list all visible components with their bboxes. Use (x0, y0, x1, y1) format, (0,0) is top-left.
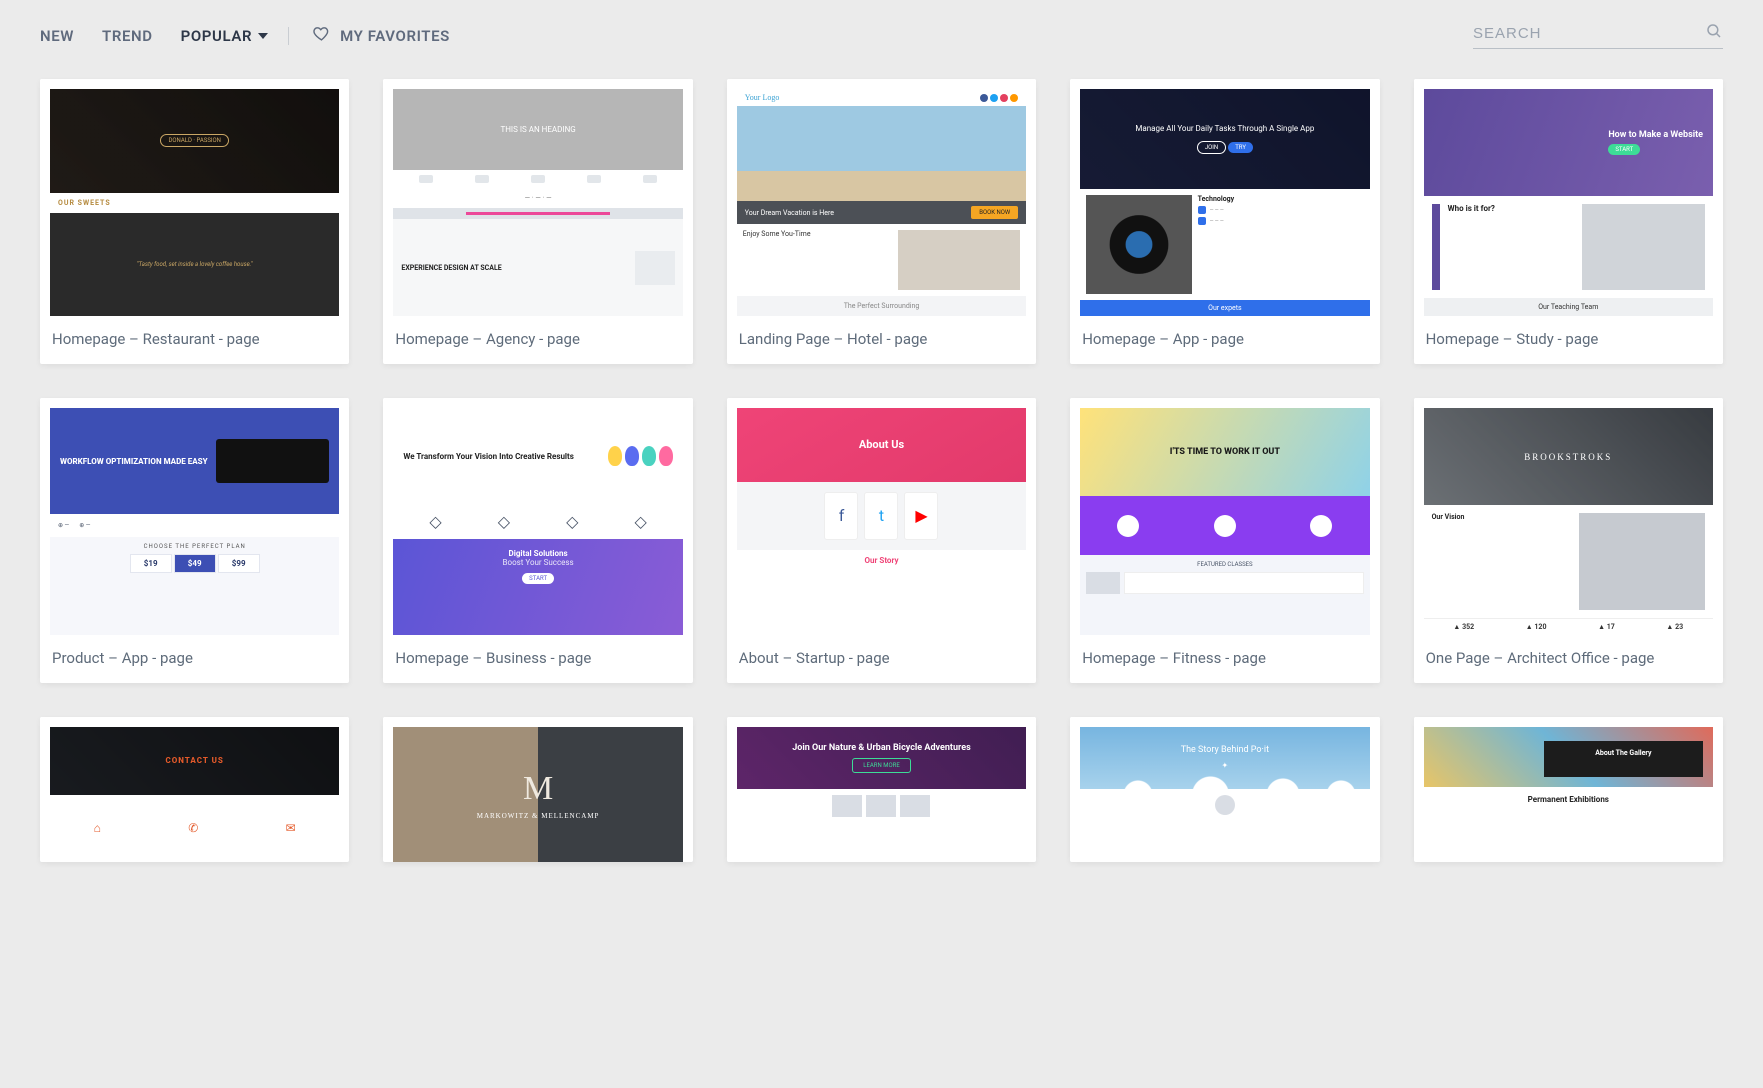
thumb-text: Enjoy Some You-Time (743, 230, 892, 238)
template-thumb: How to Make a WebsiteSTART Who is it for… (1414, 79, 1723, 316)
filter-tabs: NEW TREND POPULAR (40, 27, 289, 45)
search-input[interactable] (1473, 25, 1705, 42)
thumb-text: OUR SWEETS (50, 193, 339, 213)
thumb-text: We Transform Your Vision Into Creative R… (403, 452, 599, 461)
template-thumb: About Us f t ▶ Our Story (727, 398, 1036, 635)
template-thumb: Your Logo Your Dream Vacation is Here BOO… (727, 79, 1036, 316)
thumb-text: $19 (130, 554, 172, 573)
thumb-text: The Perfect Surrounding (737, 296, 1026, 316)
thumb-text: EXPERIENCE DESIGN AT SCALE (401, 264, 626, 272)
favorites-label: MY FAVORITES (340, 27, 450, 45)
template-thumb: Join Our Nature & Urban Bicycle Adventur… (727, 717, 1036, 862)
thumb-text: About The Gallery (1552, 749, 1695, 757)
top-toolbar: NEW TREND POPULAR MY FAVORITES (0, 0, 1763, 79)
template-card[interactable]: Manage All Your Daily Tasks Through A Si… (1070, 79, 1379, 364)
template-thumb: THIS IS AN HEADING — · — · — EXPERIENCE … (383, 79, 692, 316)
template-card[interactable]: CONTACT US ⌂✆✉ (40, 717, 349, 862)
template-card[interactable]: BROOKSTROKS Our Vision ▲ 352 ▲ 120 ▲ 17 … (1414, 398, 1723, 683)
thumb-text: "Tasty food, set inside a lovely coffee … (50, 213, 339, 317)
template-card[interactable]: Join Our Nature & Urban Bicycle Adventur… (727, 717, 1036, 862)
heart-icon (313, 25, 330, 46)
thumb-text: CHOOSE THE PERFECT PLAN (56, 543, 333, 550)
thumb-text: LEARN MORE (852, 758, 911, 773)
template-card[interactable]: Your Logo Your Dream Vacation is Here BOO… (727, 79, 1036, 364)
thumb-text: Boost Your Success (403, 558, 672, 567)
thumb-text: Permanent Exhibitions (1424, 787, 1713, 863)
thumb-text: $99 (218, 554, 260, 573)
thumb-text: 23 (1675, 623, 1683, 631)
template-card[interactable]: About The Gallery Permanent Exhibitions (1414, 717, 1723, 862)
thumb-text: Your Logo (745, 93, 780, 102)
thumb-text: Our Story (743, 556, 1020, 565)
template-thumb: BROOKSTROKS Our Vision ▲ 352 ▲ 120 ▲ 17 … (1414, 398, 1723, 635)
search-icon (1705, 22, 1723, 44)
template-thumb: WORKFLOW OPTIMIZATION MADE EASY ⊕ —⊕ — C… (40, 398, 349, 635)
thumb-text: Your Dream Vacation is Here (745, 209, 834, 217)
caret-down-icon (258, 33, 268, 39)
thumb-text: THIS IS AN HEADING (500, 125, 575, 134)
thumb-text: The Story Behind Po·it (1181, 745, 1269, 755)
thumb-text: MARKOWITZ & MELLENCAMP (477, 812, 600, 820)
template-card[interactable]: WORKFLOW OPTIMIZATION MADE EASY ⊕ —⊕ — C… (40, 398, 349, 683)
template-card[interactable]: The Story Behind Po·it✦ (1070, 717, 1379, 862)
template-title: Product – App - page (40, 635, 349, 683)
thumb-text: Our Vision (1432, 513, 1572, 521)
thumb-text: Our expets (1080, 300, 1369, 316)
thumb-text: Manage All Your Daily Tasks Through A Si… (1135, 124, 1314, 133)
thumb-text: $49 (174, 554, 216, 573)
thumb-text: Our Teaching Team (1424, 298, 1713, 316)
template-title: Homepage – Business - page (383, 635, 692, 683)
filter-trend[interactable]: TREND (102, 27, 153, 45)
template-title: Homepage – Study - page (1414, 316, 1723, 364)
thumb-text: How to Make a Website (1608, 130, 1703, 140)
thumb-text: FEATURED CLASSES (1086, 561, 1363, 568)
template-card[interactable]: About Us f t ▶ Our Story About – Startup… (727, 398, 1036, 683)
template-thumb: I'TS TIME TO WORK IT OUT FEATURED CLASSE… (1070, 398, 1379, 635)
template-card[interactable]: MMARKOWITZ & MELLENCAMP (383, 717, 692, 862)
thumb-text: I'TS TIME TO WORK IT OUT (1170, 447, 1280, 457)
thumb-text: Digital Solutions (403, 549, 672, 558)
template-grid: DONALD · PASSION OUR SWEETS "Tasty food,… (0, 79, 1763, 902)
template-card[interactable]: DONALD · PASSION OUR SWEETS "Tasty food,… (40, 79, 349, 364)
filter-new[interactable]: NEW (40, 27, 74, 45)
thumb-text: 120 (1534, 623, 1546, 631)
template-title: Homepage – App - page (1070, 316, 1379, 364)
template-card[interactable]: I'TS TIME TO WORK IT OUT FEATURED CLASSE… (1070, 398, 1379, 683)
thumb-text: About Us (859, 438, 904, 451)
filter-popular[interactable]: POPULAR (181, 27, 289, 45)
thumb-text: Join Our Nature & Urban Bicycle Adventur… (792, 743, 970, 753)
template-title: About – Startup - page (727, 635, 1036, 683)
thumb-text: Who is it for? (1448, 204, 1574, 213)
thumb-text: 352 (1462, 623, 1474, 631)
template-thumb: We Transform Your Vision Into Creative R… (383, 398, 692, 635)
template-thumb: CONTACT US ⌂✆✉ (40, 717, 349, 862)
thumb-text: Technology (1198, 195, 1364, 203)
thumb-text: 17 (1607, 623, 1615, 631)
template-title: Homepage – Restaurant - page (40, 316, 349, 364)
my-favorites-link[interactable]: MY FAVORITES (313, 25, 450, 46)
template-thumb: The Story Behind Po·it✦ (1070, 717, 1379, 862)
template-card[interactable]: How to Make a WebsiteSTART Who is it for… (1414, 79, 1723, 364)
template-title: One Page – Architect Office - page (1414, 635, 1723, 683)
template-thumb: Manage All Your Daily Tasks Through A Si… (1070, 79, 1379, 316)
template-card[interactable]: THIS IS AN HEADING — · — · — EXPERIENCE … (383, 79, 692, 364)
thumb-text: BOOK NOW (971, 206, 1018, 219)
thumb-text: CONTACT US (166, 756, 224, 765)
template-title: Homepage – Fitness - page (1070, 635, 1379, 683)
filter-popular-label: POPULAR (181, 27, 252, 45)
thumb-text: BROOKSTROKS (1524, 452, 1612, 462)
template-title: Homepage – Agency - page (383, 316, 692, 364)
search-field[interactable] (1473, 22, 1723, 49)
template-thumb: MMARKOWITZ & MELLENCAMP (383, 717, 692, 862)
template-title: Landing Page – Hotel - page (727, 316, 1036, 364)
template-card[interactable]: We Transform Your Vision Into Creative R… (383, 398, 692, 683)
thumb-text: WORKFLOW OPTIMIZATION MADE EASY (60, 457, 208, 466)
template-thumb: About The Gallery Permanent Exhibitions (1414, 717, 1723, 862)
template-thumb: DONALD · PASSION OUR SWEETS "Tasty food,… (40, 79, 349, 316)
